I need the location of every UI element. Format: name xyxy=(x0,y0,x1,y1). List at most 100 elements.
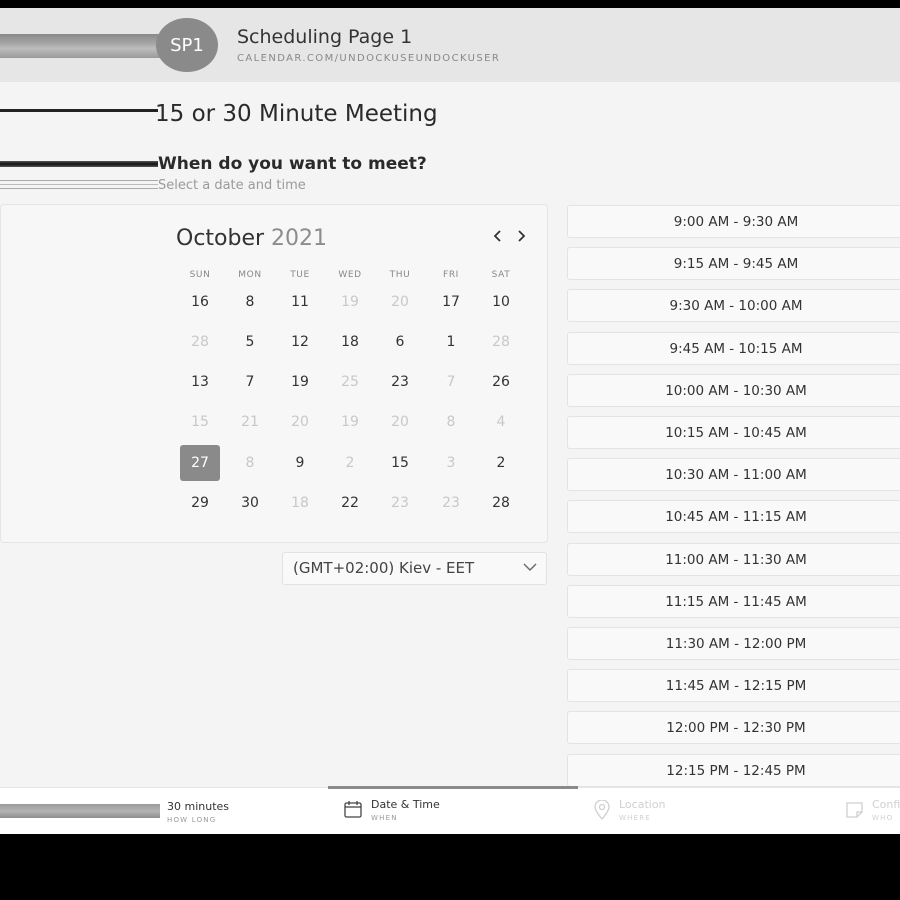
time-slot-button[interactable]: 12:15 PM - 12:45 PM xyxy=(567,753,900,787)
calendar-day: 4 xyxy=(496,414,506,430)
time-slot-button[interactable]: 10:30 AM - 11:00 AM xyxy=(567,458,900,492)
calendar-day: 23 xyxy=(391,495,409,511)
calendar-day: 8 xyxy=(446,414,456,430)
step-location-sub: WHERE xyxy=(619,814,651,822)
calendar-day[interactable]: 10 xyxy=(481,284,521,320)
prev-month-button[interactable] xyxy=(493,230,503,246)
time-slot-label: 10:45 AM - 11:15 AM xyxy=(665,509,807,526)
chevron-down-icon xyxy=(523,561,537,575)
page-title: 15 or 30 Minute Meeting xyxy=(155,101,438,127)
calendar-day[interactable]: 15 xyxy=(380,445,420,481)
time-slot-button[interactable]: 10:00 AM - 10:30 AM xyxy=(567,373,900,407)
step-duration-sub: HOW LONG xyxy=(167,816,217,824)
calendar-day[interactable]: 18 xyxy=(330,324,370,360)
time-slot-button[interactable]: 10:15 AM - 10:45 AM xyxy=(567,416,900,449)
calendar-day: 7 xyxy=(446,374,456,390)
year-label: 2021 xyxy=(271,226,328,251)
time-slot-button[interactable]: 10:45 AM - 11:15 AM xyxy=(567,500,900,534)
time-slot-label: 9:45 AM - 10:15 AM xyxy=(669,340,803,357)
calendar-day[interactable]: 7 xyxy=(230,364,270,400)
weekday-tue: TUE xyxy=(290,270,310,280)
edge-artifact xyxy=(0,184,158,185)
calendar-day-selected[interactable]: 27 xyxy=(180,445,220,481)
edge-artifact xyxy=(0,188,158,189)
calendar-day: 23 xyxy=(442,495,460,511)
step-location-title: Location xyxy=(619,798,666,811)
calendar-day[interactable]: 13 xyxy=(180,364,220,400)
scheduling-page-title: Scheduling Page 1 xyxy=(237,26,413,48)
calendar-day: 3 xyxy=(446,455,456,471)
calendar-day[interactable]: 26 xyxy=(481,364,521,400)
next-month-button[interactable] xyxy=(516,230,526,246)
calendar-day: 28 xyxy=(492,334,510,350)
time-slot-button[interactable]: 9:15 AM - 9:45 AM xyxy=(567,247,900,281)
calendar-day[interactable]: 8 xyxy=(230,284,270,320)
time-slot-button[interactable]: 9:45 AM - 10:15 AM xyxy=(567,331,900,365)
section-subtitle: Select a date and time xyxy=(158,178,306,193)
header: SP1 Scheduling Page 1 CALENDAR.COM/UNDOC… xyxy=(0,8,900,82)
weekday-sun: SUN xyxy=(189,270,211,280)
edge-artifact xyxy=(0,180,158,181)
calendar-day[interactable]: 1 xyxy=(431,324,471,360)
calendar-day[interactable]: 2 xyxy=(481,445,521,481)
time-slot-button[interactable]: 11:00 AM - 11:30 AM xyxy=(567,542,900,576)
note-icon xyxy=(846,802,863,818)
location-pin-icon xyxy=(594,800,610,820)
time-slot-label: 11:45 AM - 12:15 PM xyxy=(665,678,807,695)
calendar-day: 20 xyxy=(391,414,409,430)
calendar-day[interactable]: 17 xyxy=(431,284,471,320)
weekday-mon: MON xyxy=(238,270,262,280)
calendar-day: 19 xyxy=(341,414,359,430)
scheduling-screen: SP1 Scheduling Page 1 CALENDAR.COM/UNDOC… xyxy=(0,8,900,834)
footer-edge-artifact xyxy=(0,804,160,818)
calendar-month-title: October 2021 xyxy=(176,226,327,251)
calendar-day[interactable]: 12 xyxy=(280,324,320,360)
weekday-thu: THU xyxy=(389,270,411,280)
calendar-day: 28 xyxy=(191,334,209,350)
time-slot-label: 12:15 PM - 12:45 PM xyxy=(666,762,806,779)
calendar-day[interactable]: 28 xyxy=(481,485,521,521)
step-confirm-title: Confirm xyxy=(872,798,900,811)
chevron-right-icon xyxy=(518,230,526,242)
step-confirm-sub: WHO xyxy=(872,814,894,822)
calendar-day[interactable]: 19 xyxy=(280,364,320,400)
time-slot-button[interactable]: 11:45 AM - 12:15 PM xyxy=(567,669,900,703)
calendar-day[interactable]: 6 xyxy=(380,324,420,360)
timezone-select[interactable]: (GMT+02:00) Kiev - EET xyxy=(282,552,547,585)
month-label: October xyxy=(176,226,265,251)
calendar-day[interactable]: 22 xyxy=(330,485,370,521)
time-slot-button[interactable]: 11:15 AM - 11:45 AM xyxy=(567,584,900,618)
calendar-day[interactable]: 30 xyxy=(230,485,270,521)
time-slot-label: 12:00 PM - 12:30 PM xyxy=(666,720,806,737)
calendar-day: 15 xyxy=(191,414,209,430)
time-slot-label: 10:00 AM - 10:30 AM xyxy=(665,382,807,399)
calendar-day: 25 xyxy=(341,374,359,390)
calendar-day[interactable]: 11 xyxy=(280,284,320,320)
calendar-day[interactable]: 29 xyxy=(180,485,220,521)
time-slot-label: 11:30 AM - 12:00 PM xyxy=(665,636,807,652)
time-slot-label: 10:30 AM - 11:00 AM xyxy=(665,467,807,484)
time-slot-label: 10:15 AM - 10:45 AM xyxy=(665,425,807,441)
time-slot-button[interactable]: 12:00 PM - 12:30 PM xyxy=(567,711,900,745)
calendar-day[interactable]: 23 xyxy=(380,364,420,400)
time-slot-label: 9:15 AM - 9:45 AM xyxy=(673,256,799,273)
time-slot-button[interactable]: 9:00 AM - 9:30 AM xyxy=(567,205,900,238)
weekday-wed: WED xyxy=(338,270,362,280)
timezone-label: (GMT+02:00) Kiev - EET xyxy=(293,559,475,577)
calendar-day[interactable]: 9 xyxy=(280,445,320,481)
calendar-icon xyxy=(344,801,362,818)
time-slot-button[interactable]: 11:30 AM - 12:00 PM xyxy=(567,627,900,660)
scheduling-page-url[interactable]: CALENDAR.COM/UNDOCKUSEUNDOCKUSER xyxy=(237,53,500,64)
calendar-day: 20 xyxy=(391,294,409,310)
avatar: SP1 xyxy=(156,18,218,72)
calendar-day: 19 xyxy=(341,294,359,310)
calendar-day: 2 xyxy=(345,455,355,471)
step-datetime-sub: WHEN xyxy=(371,814,398,822)
time-slot-button[interactable]: 9:30 AM - 10:00 AM xyxy=(567,289,900,323)
active-step-indicator xyxy=(328,786,578,789)
step-datetime-title: Date & Time xyxy=(371,798,440,811)
calendar-day[interactable]: 5 xyxy=(230,324,270,360)
calendar-day: 18 xyxy=(291,495,309,511)
calendar-day[interactable]: 16 xyxy=(180,284,220,320)
calendar-day: 8 xyxy=(245,455,255,471)
